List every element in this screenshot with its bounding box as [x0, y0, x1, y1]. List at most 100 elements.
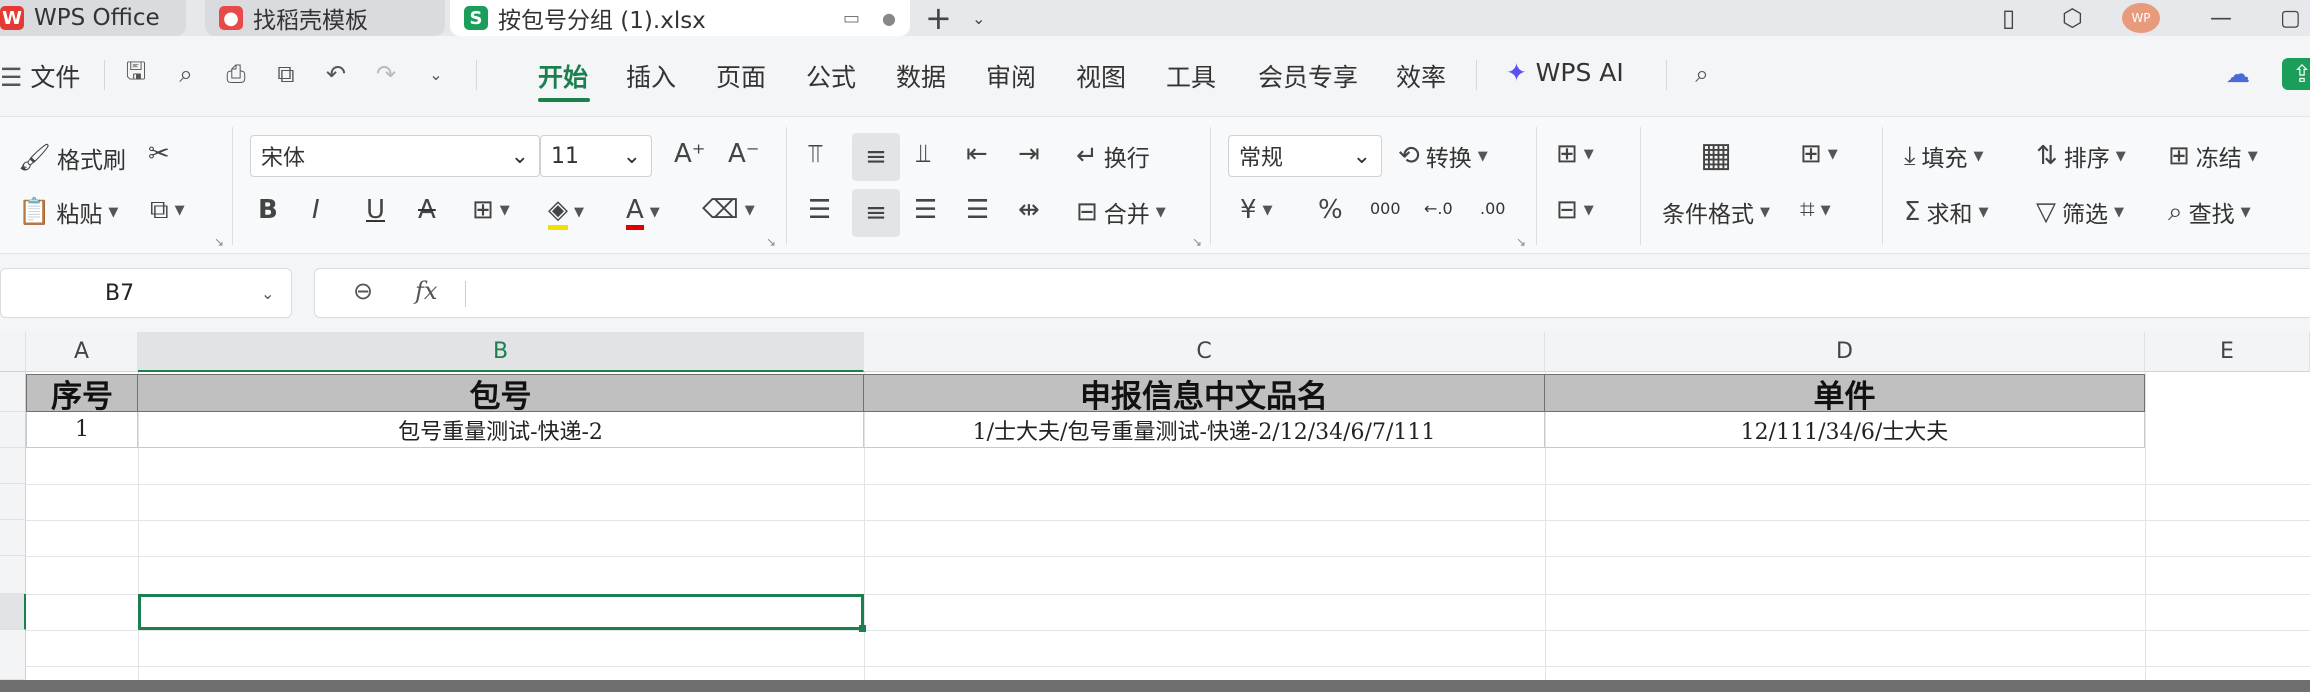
italic-button[interactable]: I [312, 195, 320, 225]
distribute-button[interactable]: ⇹ [1018, 195, 1040, 225]
clear-button[interactable]: ⌫ ▼ [702, 195, 755, 225]
save-icon[interactable]: 🖫 [120, 57, 152, 90]
align-center-button[interactable]: ≡ [852, 189, 900, 237]
tab-tools[interactable]: 工具 [1166, 58, 1216, 94]
row-header[interactable] [0, 448, 26, 484]
conditional-format-large-icon[interactable]: ▦ [1700, 135, 1732, 175]
minimize-icon[interactable]: — [2210, 0, 2232, 36]
sum-button[interactable]: Σ 求和 ▼ [1904, 195, 1988, 229]
quick-access-chevron-icon[interactable]: ⌄ [420, 58, 452, 90]
tab-home[interactable]: 开始 [538, 58, 588, 94]
tab-list-chevron-icon[interactable]: ⌄ [972, 0, 985, 36]
header-cell-unit[interactable]: 单件 [1545, 374, 2145, 415]
row-col-button[interactable]: ⊞ ▼ [1556, 139, 1594, 169]
increase-indent-button[interactable]: ⇥ [1018, 139, 1040, 169]
wps-ai-button[interactable]: ✦ WPS AI [1506, 58, 1624, 87]
strikethrough-button[interactable]: A [418, 195, 436, 225]
tab-efficiency[interactable]: 效率 [1396, 58, 1446, 94]
wrap-text-button[interactable]: ↵ 换行 [1076, 139, 1150, 173]
search-icon[interactable]: ⌕ [1686, 58, 1718, 90]
table-cell[interactable]: 1/士大夫/包号重量测试-快递-2/12/34/6/7/111 [864, 412, 1545, 448]
sort-button[interactable]: ⇅ 排序 ▼ [2036, 139, 2126, 173]
decrease-indent-button[interactable]: ⇤ [966, 139, 988, 169]
dialog-launcher-icon[interactable]: ↘ [214, 235, 224, 249]
cut-button[interactable]: ✂ [148, 139, 170, 169]
grow-font-button[interactable]: A⁺ [674, 139, 706, 169]
font-color-button[interactable]: A ▼ [626, 195, 660, 230]
column-header-c[interactable]: C [864, 332, 1545, 372]
fx-icon[interactable]: fx [415, 277, 437, 305]
table-cell[interactable]: 1 [26, 412, 138, 448]
underline-button[interactable]: U [366, 195, 385, 225]
row-header[interactable] [0, 520, 26, 556]
thousands-separator-button[interactable]: 000 [1370, 199, 1401, 218]
percent-button[interactable]: % [1318, 195, 1343, 225]
number-format-select[interactable]: 常规 ⌄ [1228, 135, 1382, 177]
window-layout-icon[interactable]: ▯ [2002, 0, 2015, 36]
paste-button[interactable]: 📋 粘贴 ▼ [18, 195, 118, 229]
fill-button[interactable]: ⤓ 填充 ▼ [1904, 139, 1984, 173]
fill-handle[interactable] [859, 625, 866, 632]
tab-view[interactable]: 视图 [1076, 58, 1126, 94]
align-top-button[interactable]: ⫪ [808, 139, 823, 170]
font-name-select[interactable]: 宋体 ⌄ [250, 135, 540, 177]
dialog-launcher-icon[interactable]: ↘ [766, 235, 776, 249]
row-header[interactable] [0, 372, 26, 412]
merge-button[interactable]: ⊟ 合并 ▼ [1076, 195, 1166, 229]
unsaved-dot-icon[interactable]: ● [882, 9, 896, 28]
convert-button[interactable]: ⟲ 转换 ▼ [1398, 139, 1488, 173]
column-header-b[interactable]: B [138, 332, 864, 372]
print-preview-icon[interactable]: ⧉ [270, 58, 302, 90]
align-bottom-button[interactable]: ⫫ [916, 139, 931, 170]
share-button[interactable]: ⇪ [2282, 58, 2310, 90]
active-cell-b7[interactable] [138, 594, 864, 630]
tab-spreadsheet[interactable]: S 按包号分组 (1).xlsx ▭ ● [450, 0, 910, 36]
row-header[interactable] [0, 484, 26, 520]
tab-docer-templates[interactable]: ● 找稻壳模板 [205, 0, 445, 36]
tab-formula[interactable]: 公式 [806, 58, 856, 94]
dialog-launcher-icon[interactable]: ↘ [1516, 235, 1526, 249]
header-cell-package-no[interactable]: 包号 [138, 374, 864, 415]
freeze-button[interactable]: ⊞ 冻结 ▼ [2168, 139, 2258, 173]
filter-button[interactable]: ▽ 筛选 ▼ [2036, 195, 2124, 229]
monitor-icon[interactable]: ▭ [843, 8, 860, 29]
cell-style-button[interactable]: ⊞ ▼ [1800, 139, 1838, 169]
find-button[interactable]: ⌕ 查找 ▼ [2168, 195, 2251, 229]
undo-icon[interactable]: ↶ [320, 58, 352, 90]
maximize-icon[interactable]: ▢ [2280, 0, 2301, 36]
table-cell[interactable]: 12/111/34/6/士大夫 [1545, 412, 2145, 448]
align-middle-button[interactable]: ≡ [852, 133, 900, 181]
align-right-button[interactable]: ☰ [914, 195, 937, 225]
header-cell-declared-name[interactable]: 申报信息中文品名 [864, 374, 1545, 415]
user-avatar[interactable]: WP [2122, 0, 2160, 36]
format-painter-button[interactable]: 🖌 格式刷 [18, 141, 126, 175]
format-brush-icon[interactable]: ⌕ [170, 58, 202, 90]
tab-review[interactable]: 审阅 [986, 58, 1036, 94]
tab-page[interactable]: 页面 [716, 58, 766, 94]
redo-icon[interactable]: ↷ [370, 58, 402, 90]
zoom-icon[interactable]: ⊖ [353, 277, 373, 305]
crop-button[interactable]: ⌗ ▼ [1800, 195, 1831, 226]
decrease-decimal-button[interactable]: .00 [1480, 199, 1505, 218]
cloud-upload-icon[interactable]: ☁ [2222, 58, 2254, 90]
shrink-font-button[interactable]: A⁻ [728, 139, 760, 169]
tab-member[interactable]: 会员专享 [1258, 58, 1358, 94]
tab-insert[interactable]: 插入 [626, 58, 676, 94]
cube-icon[interactable]: ⬡ [2062, 0, 2083, 36]
column-header-d[interactable]: D [1545, 332, 2145, 372]
row-header[interactable] [0, 630, 26, 680]
conditional-format-button[interactable]: 条件格式 ▼ [1662, 195, 1770, 229]
column-header-e[interactable]: E [2145, 332, 2310, 372]
row-header[interactable] [0, 412, 26, 448]
bold-button[interactable]: B [258, 195, 278, 225]
spreadsheet-grid[interactable]: A B C D E 序号 包号 申报信息中文品名 单件 1 包号重量测试-快递-… [0, 332, 2310, 680]
file-menu[interactable]: ☰ 文件 [0, 58, 80, 94]
dialog-launcher-icon[interactable]: ↘ [1192, 235, 1202, 249]
font-size-select[interactable]: 11 ⌄ [540, 135, 652, 177]
formula-input[interactable] [475, 277, 2295, 309]
name-box[interactable]: B7 ⌄ [0, 268, 292, 318]
worksheet-button[interactable]: ⊟ ▼ [1556, 195, 1594, 225]
align-left-button[interactable]: ☰ [808, 195, 831, 225]
borders-button[interactable]: ⊞ ▼ [472, 195, 510, 225]
fill-color-button[interactable]: ◈ ▼ [548, 195, 584, 230]
